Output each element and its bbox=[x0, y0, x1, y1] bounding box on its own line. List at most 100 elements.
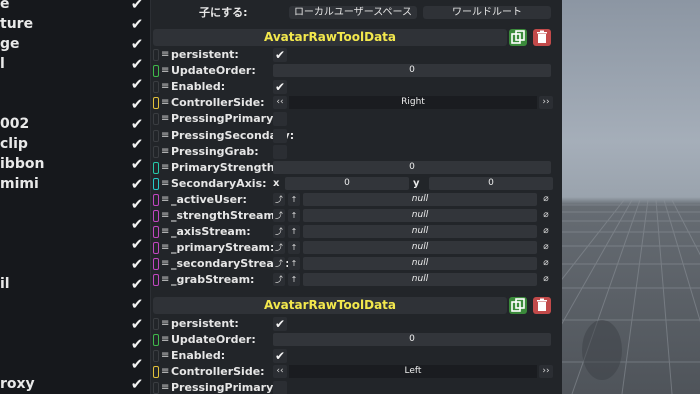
clear-ref-button[interactable]: ⌀ bbox=[540, 257, 552, 270]
enabled-checkbox[interactable]: ✔ bbox=[273, 349, 287, 364]
hierarchy-item[interactable]: clip ✔ bbox=[0, 134, 143, 154]
drive-ref-button[interactable]: ⤴ bbox=[273, 273, 285, 287]
drag-grip-icon[interactable]: ≡ bbox=[161, 47, 169, 63]
hierarchy-item[interactable]: ✔ bbox=[0, 294, 144, 314]
clear-ref-button[interactable]: ⌀ bbox=[540, 273, 552, 286]
component-header[interactable]: AvatarRawToolData bbox=[153, 29, 507, 46]
axis-x-field[interactable]: 0 bbox=[285, 176, 409, 190]
enum-next-button[interactable]: ›› bbox=[539, 365, 553, 379]
drag-grip-icon[interactable]: ≡ bbox=[161, 79, 169, 95]
hierarchy-item[interactable]: ✔ bbox=[0, 74, 144, 94]
world-root-button[interactable]: ワールドルート bbox=[423, 6, 551, 19]
drag-grip-icon[interactable]: ≡ bbox=[161, 208, 169, 224]
hierarchy-item[interactable]: il ✔ bbox=[0, 274, 143, 294]
hierarchy-item[interactable]: ✔ bbox=[0, 194, 144, 214]
delete-button[interactable] bbox=[533, 297, 551, 314]
active-check-icon[interactable]: ✔ bbox=[129, 0, 145, 14]
open-ref-button[interactable]: ↑ bbox=[288, 209, 300, 222]
hierarchy-item[interactable]: roxy ✔ bbox=[0, 374, 143, 394]
clear-ref-button[interactable]: ⌀ bbox=[540, 209, 552, 222]
drive-ref-button[interactable]: ⤴ bbox=[273, 209, 285, 222]
active-check-icon[interactable]: ✔ bbox=[129, 274, 145, 294]
drag-grip-icon[interactable]: ≡ bbox=[161, 272, 169, 288]
hierarchy-item[interactable]: ture ✔ bbox=[0, 14, 143, 34]
axis-y-field[interactable]: 0 bbox=[429, 176, 553, 190]
clear-ref-button[interactable]: ⌀ bbox=[540, 241, 552, 254]
enum-prev-button[interactable]: ‹‹ bbox=[273, 96, 287, 110]
active-check-icon[interactable]: ✔ bbox=[129, 234, 145, 254]
secondary-stream-value[interactable]: null bbox=[303, 257, 537, 271]
persistent-checkbox[interactable]: ✔ bbox=[273, 317, 287, 331]
active-check-icon[interactable]: ✔ bbox=[129, 114, 145, 134]
clear-ref-button[interactable]: ⌀ bbox=[540, 225, 552, 238]
delete-button[interactable] bbox=[533, 29, 551, 46]
drag-grip-icon[interactable]: ≡ bbox=[161, 176, 169, 192]
active-user-value[interactable]: null bbox=[303, 192, 537, 206]
drag-grip-icon[interactable]: ≡ bbox=[161, 128, 169, 144]
duplicate-button[interactable] bbox=[509, 29, 527, 46]
drive-ref-button[interactable]: ⤴ bbox=[273, 257, 285, 271]
active-check-icon[interactable]: ✔ bbox=[129, 254, 145, 274]
primary-strength-field[interactable]: 0 bbox=[273, 160, 551, 174]
hierarchy-item[interactable]: ✔ bbox=[0, 314, 144, 334]
pressing-secondary-checkbox[interactable] bbox=[273, 128, 287, 143]
active-check-icon[interactable]: ✔ bbox=[129, 134, 145, 154]
drag-grip-icon[interactable]: ≡ bbox=[161, 256, 169, 272]
strength-stream-value[interactable]: null bbox=[303, 209, 537, 222]
world-viewport[interactable] bbox=[562, 0, 700, 394]
active-check-icon[interactable]: ✔ bbox=[129, 174, 145, 194]
primary-stream-value[interactable]: null bbox=[303, 241, 537, 255]
open-ref-button[interactable]: ↑ bbox=[288, 257, 300, 271]
component-header[interactable]: AvatarRawToolData bbox=[153, 297, 507, 314]
hierarchy-item[interactable]: mimi ✔ bbox=[0, 174, 143, 194]
active-check-icon[interactable]: ✔ bbox=[129, 194, 145, 214]
drag-grip-icon[interactable]: ≡ bbox=[161, 240, 169, 256]
open-ref-button[interactable]: ↑ bbox=[288, 241, 300, 255]
hierarchy-item[interactable]: ✔ bbox=[0, 214, 144, 234]
enum-prev-button[interactable]: ‹‹ bbox=[273, 365, 287, 379]
drag-grip-icon[interactable]: ≡ bbox=[161, 348, 169, 364]
enum-next-button[interactable]: ›› bbox=[539, 96, 553, 110]
clear-ref-button[interactable]: ⌀ bbox=[540, 193, 552, 206]
local-user-space-button[interactable]: ローカルユーザースペース bbox=[289, 6, 417, 19]
duplicate-button[interactable] bbox=[509, 297, 527, 314]
active-check-icon[interactable]: ✔ bbox=[129, 154, 145, 174]
active-check-icon[interactable]: ✔ bbox=[129, 14, 145, 34]
drag-grip-icon[interactable]: ≡ bbox=[161, 111, 169, 127]
drag-grip-icon[interactable]: ≡ bbox=[161, 160, 169, 176]
active-check-icon[interactable]: ✔ bbox=[129, 314, 145, 334]
drag-grip-icon[interactable]: ≡ bbox=[161, 63, 169, 79]
drive-ref-button[interactable]: ⤴ bbox=[273, 225, 285, 239]
hierarchy-item[interactable]: e ✔ bbox=[0, 0, 143, 14]
hierarchy-item[interactable]: ✔ bbox=[0, 234, 144, 254]
hierarchy-item[interactable]: ✔ bbox=[0, 94, 144, 114]
update-order-field[interactable]: 0 bbox=[273, 333, 551, 347]
active-check-icon[interactable]: ✔ bbox=[129, 294, 145, 314]
drag-grip-icon[interactable]: ≡ bbox=[161, 224, 169, 240]
grab-stream-value[interactable]: null bbox=[303, 273, 537, 287]
pressing-primary-checkbox[interactable] bbox=[273, 381, 287, 394]
drag-grip-icon[interactable]: ≡ bbox=[161, 332, 169, 348]
active-check-icon[interactable]: ✔ bbox=[129, 354, 145, 374]
hierarchy-item[interactable]: 002 ✔ bbox=[0, 114, 143, 134]
hierarchy-item[interactable]: ✔ bbox=[0, 254, 144, 274]
drag-grip-icon[interactable]: ≡ bbox=[161, 192, 169, 208]
axis-stream-value[interactable]: null bbox=[303, 225, 537, 239]
hierarchy-item[interactable]: ✔ bbox=[0, 334, 144, 354]
drag-grip-icon[interactable]: ≡ bbox=[161, 380, 169, 394]
pressing-grab-checkbox[interactable] bbox=[273, 144, 287, 159]
hierarchy-item[interactable]: ge ✔ bbox=[0, 34, 143, 54]
active-check-icon[interactable]: ✔ bbox=[129, 74, 145, 94]
active-check-icon[interactable]: ✔ bbox=[129, 94, 145, 114]
open-ref-button[interactable]: ↑ bbox=[288, 273, 300, 287]
drag-grip-icon[interactable]: ≡ bbox=[161, 364, 169, 380]
active-check-icon[interactable]: ✔ bbox=[129, 54, 145, 74]
drag-grip-icon[interactable]: ≡ bbox=[161, 316, 169, 332]
active-check-icon[interactable]: ✔ bbox=[129, 214, 145, 234]
open-ref-button[interactable]: ↑ bbox=[288, 192, 300, 206]
active-check-icon[interactable]: ✔ bbox=[129, 34, 145, 54]
enabled-checkbox[interactable]: ✔ bbox=[273, 80, 287, 95]
drag-grip-icon[interactable]: ≡ bbox=[161, 95, 169, 111]
update-order-field[interactable]: 0 bbox=[273, 64, 551, 78]
drive-ref-button[interactable]: ⤴ bbox=[273, 192, 285, 206]
